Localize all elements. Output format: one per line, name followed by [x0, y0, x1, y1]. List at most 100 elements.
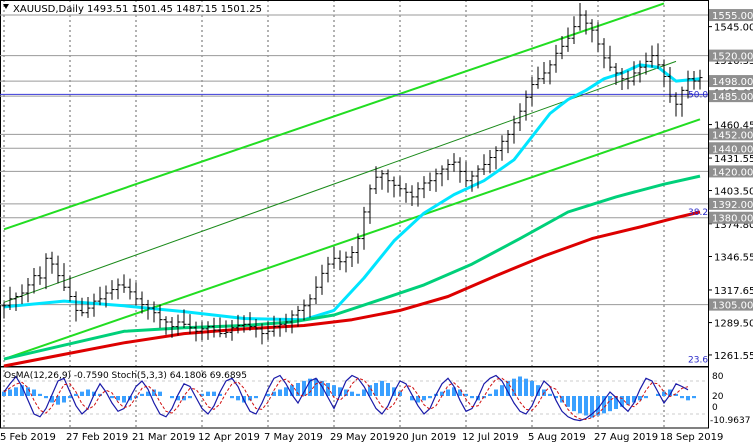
osma-bar [692, 396, 696, 399]
price-bar [421, 176, 427, 199]
price-level-label: 1555.00 [712, 11, 753, 22]
price-bar [73, 291, 79, 322]
x-tick-label: 18 Sep 2019 [660, 432, 723, 443]
price-bar [565, 27, 571, 52]
price-level-label: 1305.00 [712, 301, 753, 312]
indicator-y-label: 0 [712, 403, 718, 413]
price-bar [187, 314, 193, 334]
x-tick-label: 12 Jul 2019 [462, 432, 519, 443]
y-tick-label: 1261.55 [714, 351, 753, 362]
price-bar [631, 61, 637, 86]
price-bar [55, 255, 61, 284]
osma-bar [44, 396, 48, 399]
osma-bar [662, 391, 666, 396]
osma-bar [518, 376, 522, 396]
indicator-y-label: 20 [712, 392, 724, 402]
price-bar [397, 176, 403, 196]
price-bar [649, 45, 655, 68]
price-bar [115, 278, 121, 300]
osma-bar [494, 389, 498, 396]
y-tick-label: 1403.50 [714, 187, 753, 198]
x-tick-label: 7 May 2019 [264, 432, 323, 443]
x-tick-label: 29 May 2019 [330, 432, 395, 443]
indicator-header: OsMA(12,26,9) -0.7590 Stoch(5,3,3) 64.18… [4, 371, 247, 381]
osma-bar [254, 396, 258, 399]
osma-bar [2, 391, 6, 396]
price-bar [313, 276, 319, 305]
price-bar [409, 185, 415, 207]
osma-bar [116, 396, 120, 401]
osma-bar [278, 389, 282, 396]
price-bar [325, 256, 331, 283]
osma-bar [350, 391, 354, 396]
osma-bar [470, 396, 474, 399]
y-tick-label: 1545.00 [714, 23, 753, 34]
indicator-y-label: 80 [712, 372, 724, 382]
price-bar [13, 292, 19, 312]
osma-bar [122, 396, 126, 403]
fib-level-label: 50.0 [688, 90, 708, 100]
price-bar [415, 182, 421, 207]
chart-canvas: 5 Feb 2019 27 Feb 2019 21 Mar 2019 12 Apr 2… [0, 0, 753, 443]
osma-bar [62, 396, 66, 403]
price-bar [391, 176, 397, 198]
x-tick-label: 27 Aug 2019 [594, 432, 658, 443]
price-bar [571, 16, 577, 45]
price-bar [307, 294, 313, 318]
osma-bar [362, 389, 366, 396]
osma-bar [626, 396, 630, 405]
price-bar [601, 38, 607, 69]
price-bar [535, 66, 541, 89]
price-bar [37, 266, 43, 285]
price-bar [175, 314, 181, 336]
price-bar [385, 169, 391, 193]
price-bar [427, 172, 433, 192]
osma-bar [38, 393, 42, 396]
osma-bar [584, 396, 588, 416]
osma-bar [266, 393, 270, 396]
price-bar [85, 297, 91, 318]
y-tick-label: 1317.65 [714, 286, 753, 297]
price-bar [505, 130, 511, 154]
x-tick-label: 5 Aug 2019 [528, 432, 586, 443]
price-bar [79, 297, 85, 317]
price-bar [61, 263, 67, 291]
osma-bar [638, 396, 642, 401]
osma-bar [446, 389, 450, 396]
osma-bar [206, 391, 210, 396]
osma-bar [14, 387, 18, 396]
x-tick-label: 20 Jun 2019 [396, 432, 456, 443]
osma-bar [572, 396, 576, 412]
price-bar [25, 277, 31, 303]
price-bar [577, 2, 583, 31]
x-tick-label: 27 Feb 2019 [66, 432, 128, 443]
y-tick-label: 1431.55 [714, 154, 753, 165]
osma-bar [566, 396, 570, 407]
price-bar [553, 44, 559, 73]
price-bar [127, 278, 133, 300]
osma-bar [500, 385, 504, 396]
price-bar [667, 67, 673, 103]
osma-bar [530, 380, 534, 396]
price-bar [349, 246, 355, 268]
osma-bar [578, 396, 582, 414]
y-tick-label: 1346.55 [714, 252, 753, 263]
price-level-label: 1440.00 [712, 144, 753, 155]
osma-bar [356, 393, 360, 396]
price-bar [655, 43, 661, 69]
osma-bar [422, 396, 426, 401]
price-bar [451, 153, 457, 172]
price-level-label: 1392.00 [712, 200, 753, 211]
price-level-label: 1520.00 [712, 52, 753, 63]
osma-bar [332, 385, 336, 396]
osma-bar [608, 396, 612, 412]
chart: 5 Feb 2019 27 Feb 2019 21 Mar 2019 12 Apr 2… [0, 0, 753, 445]
price-bar [331, 246, 337, 269]
price-bar [91, 293, 97, 317]
price-bar [589, 19, 595, 43]
osma-bar [284, 387, 288, 396]
moving-average-ma_fast [3, 63, 701, 322]
price-bar [607, 45, 613, 72]
osma-bar [464, 393, 468, 396]
price-level-label: 1380.00 [712, 214, 753, 225]
